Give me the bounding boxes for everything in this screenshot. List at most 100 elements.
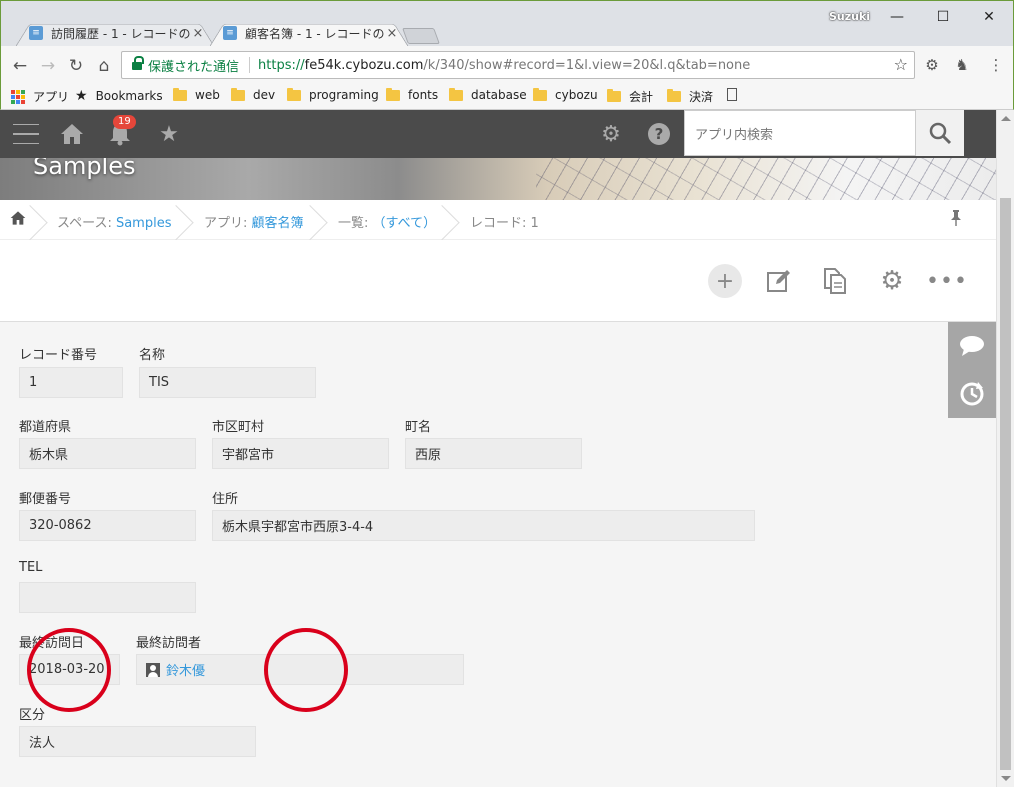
- folder-icon: [287, 87, 301, 101]
- field-label-last-visitor: 最終訪問者: [136, 636, 202, 651]
- bookmark-folder-fonts[interactable]: fonts: [386, 87, 438, 102]
- folder-icon: [173, 87, 187, 101]
- tab-visit-history[interactable]: ≡ 訪問履歴 - 1 - レコードの詳 ×: [15, 19, 215, 47]
- field-label-name: 名称: [139, 348, 166, 363]
- folder-icon: [533, 87, 547, 101]
- bookmark-apps[interactable]: アプリ: [11, 88, 69, 105]
- bookmark-folder-programing[interactable]: programing: [287, 87, 379, 102]
- browser-toolbar: ← → ↻ ⌂ 保護された通信 https:// fe54k.cybozu.co…: [0, 46, 1014, 84]
- breadcrumb-space[interactable]: スペース: Samples: [57, 212, 171, 231]
- add-record-button[interactable]: +: [708, 264, 742, 298]
- close-window-icon[interactable]: ✕: [967, 5, 1011, 29]
- settings-gear-icon[interactable]: ⚙: [597, 120, 625, 148]
- space-title: Samples: [33, 158, 136, 180]
- field-label-prefecture: 都道府県: [19, 420, 72, 435]
- forward-arrow-icon[interactable]: →: [37, 55, 59, 77]
- field-value-last-visitor: 鈴木優: [136, 654, 464, 685]
- field-label-record-no: レコード番号: [19, 348, 98, 363]
- back-arrow-icon[interactable]: ←: [9, 55, 31, 77]
- kintone-app-icon: ≡: [29, 26, 43, 40]
- search-icon: [929, 122, 952, 145]
- field-value-name: TIS: [139, 367, 316, 398]
- bookmark-folder-payment[interactable]: 決済: [667, 88, 713, 105]
- record-side-tools: [948, 322, 996, 418]
- app-search-input[interactable]: アプリ内検索: [684, 110, 916, 156]
- extension-icon[interactable]: ♞: [952, 55, 972, 75]
- profile-name[interactable]: Suzuki: [829, 10, 870, 23]
- tab-close-icon[interactable]: ×: [191, 26, 205, 41]
- bookmark-folder-dev[interactable]: dev: [231, 87, 275, 102]
- folder-icon: [386, 87, 400, 101]
- field-value-record-no: 1: [19, 367, 123, 398]
- tab-label: 顧客名簿 - 1 - レコードの詳: [245, 26, 385, 41]
- scroll-down-arrow-icon[interactable]: [1001, 776, 1011, 781]
- space-banner: Samples: [0, 158, 996, 200]
- maximize-icon[interactable]: ☐: [921, 5, 965, 29]
- history-button[interactable]: [948, 370, 996, 418]
- page-scrollbar[interactable]: [996, 110, 1014, 787]
- field-label-town: 町名: [405, 420, 432, 435]
- visitor-user-link[interactable]: 鈴木優: [166, 660, 205, 679]
- bookmark-star-icon[interactable]: ☆: [894, 55, 908, 74]
- field-label-zip: 郵便番号: [19, 492, 72, 507]
- help-icon[interactable]: ?: [645, 120, 673, 148]
- user-icon: [146, 662, 160, 677]
- minimize-icon[interactable]: —: [875, 5, 919, 29]
- menu-dots-icon[interactable]: ⋮: [986, 55, 1006, 75]
- breadcrumb-app[interactable]: アプリ: 顧客名簿: [204, 212, 304, 231]
- plus-icon: +: [715, 268, 735, 294]
- app-settings-gear-icon[interactable]: ⚙: [875, 264, 909, 298]
- edit-icon: [767, 270, 790, 292]
- tab-close-icon[interactable]: ×: [385, 26, 399, 41]
- scrollbar-thumb[interactable]: [1000, 198, 1011, 770]
- field-value-address: 栃木県宇都宮市西原3-4-4: [212, 510, 755, 541]
- bookmark-bookmarks[interactable]: ★ Bookmarks: [75, 88, 163, 104]
- search-button[interactable]: [916, 110, 964, 156]
- page-icon: [727, 88, 737, 101]
- field-value-category: 法人: [19, 726, 256, 757]
- new-tab-button[interactable]: [402, 28, 440, 44]
- address-bar[interactable]: 保護された通信 https:// fe54k.cybozu.com /k/340…: [121, 51, 915, 79]
- field-value-last-visit-date: 2018-03-20: [19, 654, 120, 685]
- home-icon[interactable]: ⌂: [93, 55, 115, 77]
- bookmark-page[interactable]: [727, 88, 741, 101]
- folder-icon: [667, 89, 681, 102]
- record-detail: レコード番号 1 名称 TIS 都道府県 栃木県 市区町村 宇都宮市 町名 西原…: [0, 322, 996, 787]
- hamburger-menu-icon[interactable]: [12, 120, 40, 148]
- comment-button[interactable]: [948, 322, 996, 370]
- bookmark-folder-accounting[interactable]: 会計: [607, 88, 653, 105]
- url-path: /k/340/show#record=1&l.view=20&l.q&tab=n…: [423, 57, 751, 73]
- history-icon: [960, 382, 984, 406]
- copy-document-icon: [824, 268, 846, 294]
- edit-record-button[interactable]: [762, 264, 796, 298]
- field-label-last-visit-date: 最終訪問日: [19, 636, 85, 651]
- tab-label: 訪問履歴 - 1 - レコードの詳: [51, 26, 191, 41]
- star-icon: ★: [75, 88, 88, 104]
- extension-gear-icon[interactable]: ⚙: [922, 55, 942, 75]
- more-options-icon[interactable]: •••: [926, 264, 967, 298]
- breadcrumb: スペース: Samples アプリ: 顧客名簿 一覧: （すべて） レコード: …: [0, 200, 996, 240]
- field-value-city: 宇都宮市: [212, 438, 389, 469]
- url-host: fe54k.cybozu.com: [304, 57, 424, 73]
- field-label-tel: TEL: [19, 560, 43, 575]
- pin-icon[interactable]: [950, 210, 962, 230]
- favorite-star-icon[interactable]: ★: [155, 120, 183, 148]
- reload-icon[interactable]: ↻: [65, 55, 87, 77]
- field-label-city: 市区町村: [212, 420, 265, 435]
- notification-count-badge: 19: [113, 115, 136, 129]
- tab-customer-list[interactable]: ≡ 顧客名簿 - 1 - レコードの詳 ×: [209, 19, 409, 47]
- breadcrumb-list[interactable]: 一覧: （すべて）: [338, 212, 436, 231]
- apps-grid-icon: [11, 89, 25, 104]
- duplicate-record-button[interactable]: [818, 264, 852, 298]
- scroll-up-arrow-icon[interactable]: [1001, 116, 1011, 121]
- folder-icon: [449, 87, 463, 101]
- bookmark-folder-database[interactable]: database: [449, 87, 527, 102]
- home-icon[interactable]: [58, 120, 86, 148]
- breadcrumb-record: レコード: 1: [470, 216, 539, 231]
- svg-text:?: ?: [655, 125, 664, 143]
- bookmark-folder-web[interactable]: web: [173, 87, 220, 102]
- field-label-category: 区分: [19, 708, 46, 723]
- folder-icon: [607, 89, 621, 102]
- secure-label: 保護された通信: [148, 59, 240, 75]
- bookmark-folder-cybozu[interactable]: cybozu: [533, 87, 598, 102]
